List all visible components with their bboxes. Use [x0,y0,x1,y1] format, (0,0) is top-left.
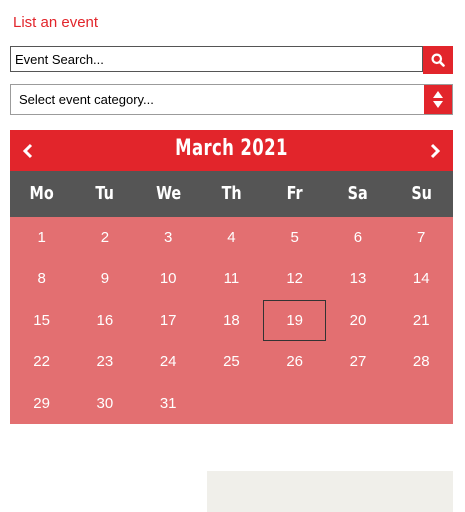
calendar-day[interactable]: 2 [73,217,136,258]
calendar-day[interactable]: 31 [137,383,200,424]
calendar-header: March 2021 [10,130,453,171]
calendar-day-selected[interactable]: 19 [263,299,327,342]
calendar-day[interactable]: 10 [137,258,200,299]
calendar-week-row: 15 16 17 18 19 20 21 [10,299,453,342]
calendar-week-row: 29 30 31 [10,383,453,424]
calendar-day[interactable]: 13 [326,258,389,299]
calendar-day[interactable]: 11 [200,258,263,299]
search-bar [10,46,453,74]
calendar-day[interactable]: 20 [326,300,389,341]
weekday-label: Tu [95,183,115,204]
calendar-day[interactable]: 14 [390,258,453,299]
category-select-value: Select event category... [19,92,154,107]
calendar-day[interactable]: 1 [10,217,73,258]
calendar-day[interactable]: 7 [390,217,453,258]
calendar-day[interactable]: 28 [390,341,453,382]
event-category-select[interactable]: Select event category... [10,84,453,115]
month-title: March 2021 [175,136,288,161]
chevron-left-icon [22,143,33,158]
calendar-day[interactable]: 25 [200,341,263,382]
select-arrows-icon [424,85,452,114]
calendar-week-row: 8 9 10 11 12 13 14 [10,258,453,299]
event-calendar: March 2021 Mo Tu We Th Fr Sa Su 1 2 3 4 5 6 7 8 9 10 11 1… [10,130,453,512]
search-button[interactable] [423,46,453,74]
weekday-header-row: Mo Tu We Th Fr Sa Su [10,171,453,217]
calendar-day[interactable]: 21 [390,300,453,341]
calendar-day[interactable]: 6 [326,217,389,258]
weekday-label: Su [410,183,432,204]
calendar-day[interactable]: 30 [73,383,136,424]
list-an-event-link[interactable]: List an event [13,14,98,31]
calendar-day[interactable]: 18 [200,300,263,341]
calendar-day[interactable]: 17 [137,300,200,341]
calendar-day[interactable]: 26 [263,341,326,382]
event-search-input[interactable] [10,46,423,72]
weekday-label: Fr [286,183,303,204]
calendar-day[interactable]: 8 [10,258,73,299]
calendar-day-grid: 1 2 3 4 5 6 7 8 9 10 11 12 13 14 15 16 17 18 19 20 21 22 23 24 2… [10,217,453,512]
calendar-day[interactable]: 5 [263,217,326,258]
search-icon [431,53,445,67]
calendar-day[interactable]: 22 [10,341,73,382]
calendar-day[interactable]: 15 [10,300,73,341]
calendar-day[interactable]: 27 [326,341,389,382]
weekday-label: Sa [347,183,369,204]
next-month-button[interactable] [417,130,453,171]
prev-month-button[interactable] [10,130,46,171]
calendar-day[interactable]: 9 [73,258,136,299]
calendar-day[interactable]: 24 [137,341,200,382]
calendar-day[interactable]: 4 [200,217,263,258]
weekday-label: We [155,183,181,204]
empty-day-cells [207,471,453,512]
calendar-week-row: 1234567 [10,217,453,258]
weekday-label: Th [221,183,242,204]
chevron-right-icon [430,143,441,158]
calendar-week-row: 22 23 24 25 26 27 28 [10,341,453,382]
calendar-day[interactable]: 29 [10,383,73,424]
calendar-day[interactable]: 3 [137,217,200,258]
calendar-day[interactable]: 23 [73,341,136,382]
calendar-day[interactable]: 16 [73,300,136,341]
calendar-day[interactable]: 12 [263,258,326,299]
weekday-label: Mo [29,183,54,204]
